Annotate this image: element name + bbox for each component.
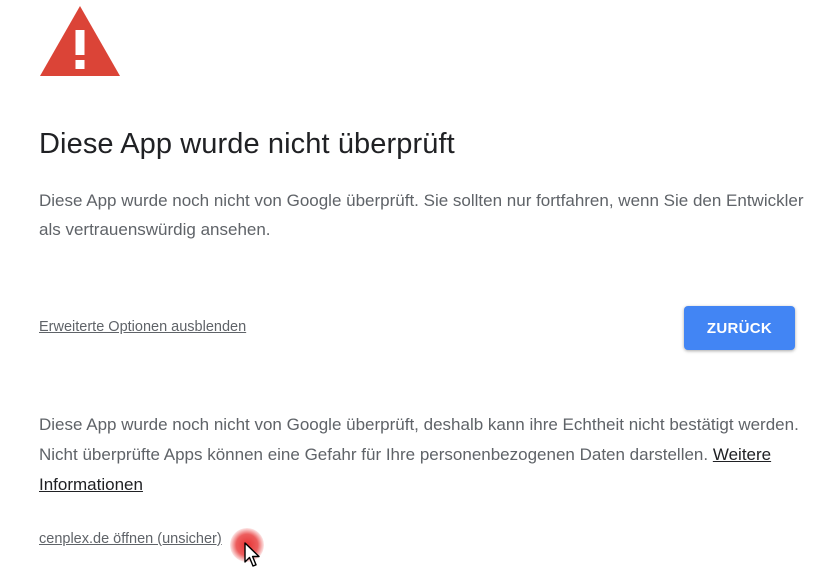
open-unsafe-link[interactable]: cenplex.de öffnen (unsicher) [39,531,222,547]
mouse-pointer-icon [244,542,260,567]
warning-triangle-icon [40,6,120,76]
page-title: Diese App wurde nicht überprüft [39,128,455,160]
details-description: Diese App wurde noch nicht von Google üb… [39,415,799,464]
hide-advanced-options-link[interactable]: Erweiterte Optionen ausblenden [39,319,246,335]
warning-intro-text: Diese App wurde noch nicht von Google üb… [39,191,804,239]
back-button[interactable]: ZURÜCK [684,306,795,350]
unverified-app-page: Diese App wurde nicht überprüft Diese Ap… [0,0,829,576]
details-text: Diese App wurde noch nicht von Google üb… [39,410,809,500]
